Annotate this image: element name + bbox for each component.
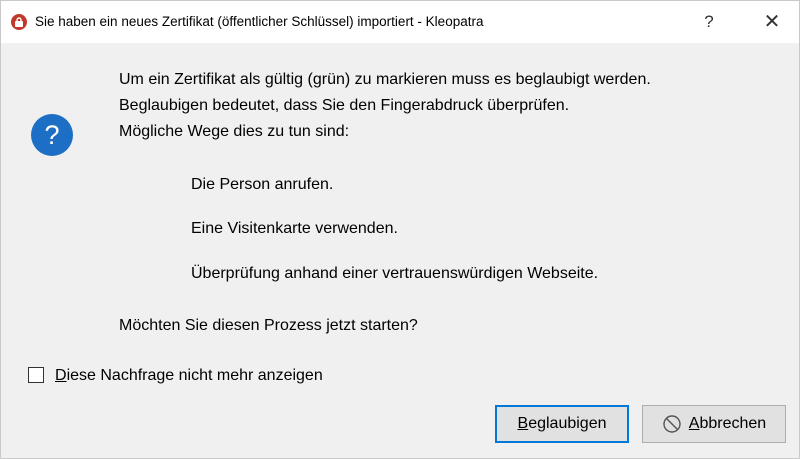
cancel-button[interactable]: Abbrechen xyxy=(642,405,786,443)
title-bar: Sie haben ein neues Zertifikat (öffentli… xyxy=(1,1,799,43)
message-line-2: Beglaubigen bedeutet, dass Sie den Finge… xyxy=(119,97,570,114)
help-button[interactable]: ? xyxy=(689,9,729,35)
cancel-icon xyxy=(663,415,681,433)
kleopatra-icon xyxy=(11,14,27,30)
dont-ask-again-label[interactable]: Diese Nachfrage nicht mehr anzeigen xyxy=(55,367,323,385)
certify-button[interactable]: Beglaubigen xyxy=(495,405,629,443)
message-line-3: Mögliche Wege dies zu tun sind: xyxy=(119,123,350,140)
window-title: Sie haben ein neues Zertifikat (öffentli… xyxy=(35,14,484,29)
svg-text:?: ? xyxy=(44,120,59,150)
dont-ask-again-checkbox[interactable] xyxy=(28,367,44,383)
dialog-window: Sie haben ein neues Zertifikat (öffentli… xyxy=(0,0,800,459)
prompt-text: Möchten Sie diesen Prozess jetzt starten… xyxy=(119,317,418,334)
way-item-business-card: Eine Visitenkarte verwenden. xyxy=(191,220,398,237)
way-item-phone: Die Person anrufen. xyxy=(191,176,334,193)
close-button[interactable]: ✕ xyxy=(749,9,795,35)
message-line-1: Um ein Zertifikat als gültig (grün) zu m… xyxy=(119,71,651,88)
question-icon: ? xyxy=(31,114,73,156)
way-item-website: Überprüfung anhand einer vertrauenswürdi… xyxy=(191,265,599,282)
